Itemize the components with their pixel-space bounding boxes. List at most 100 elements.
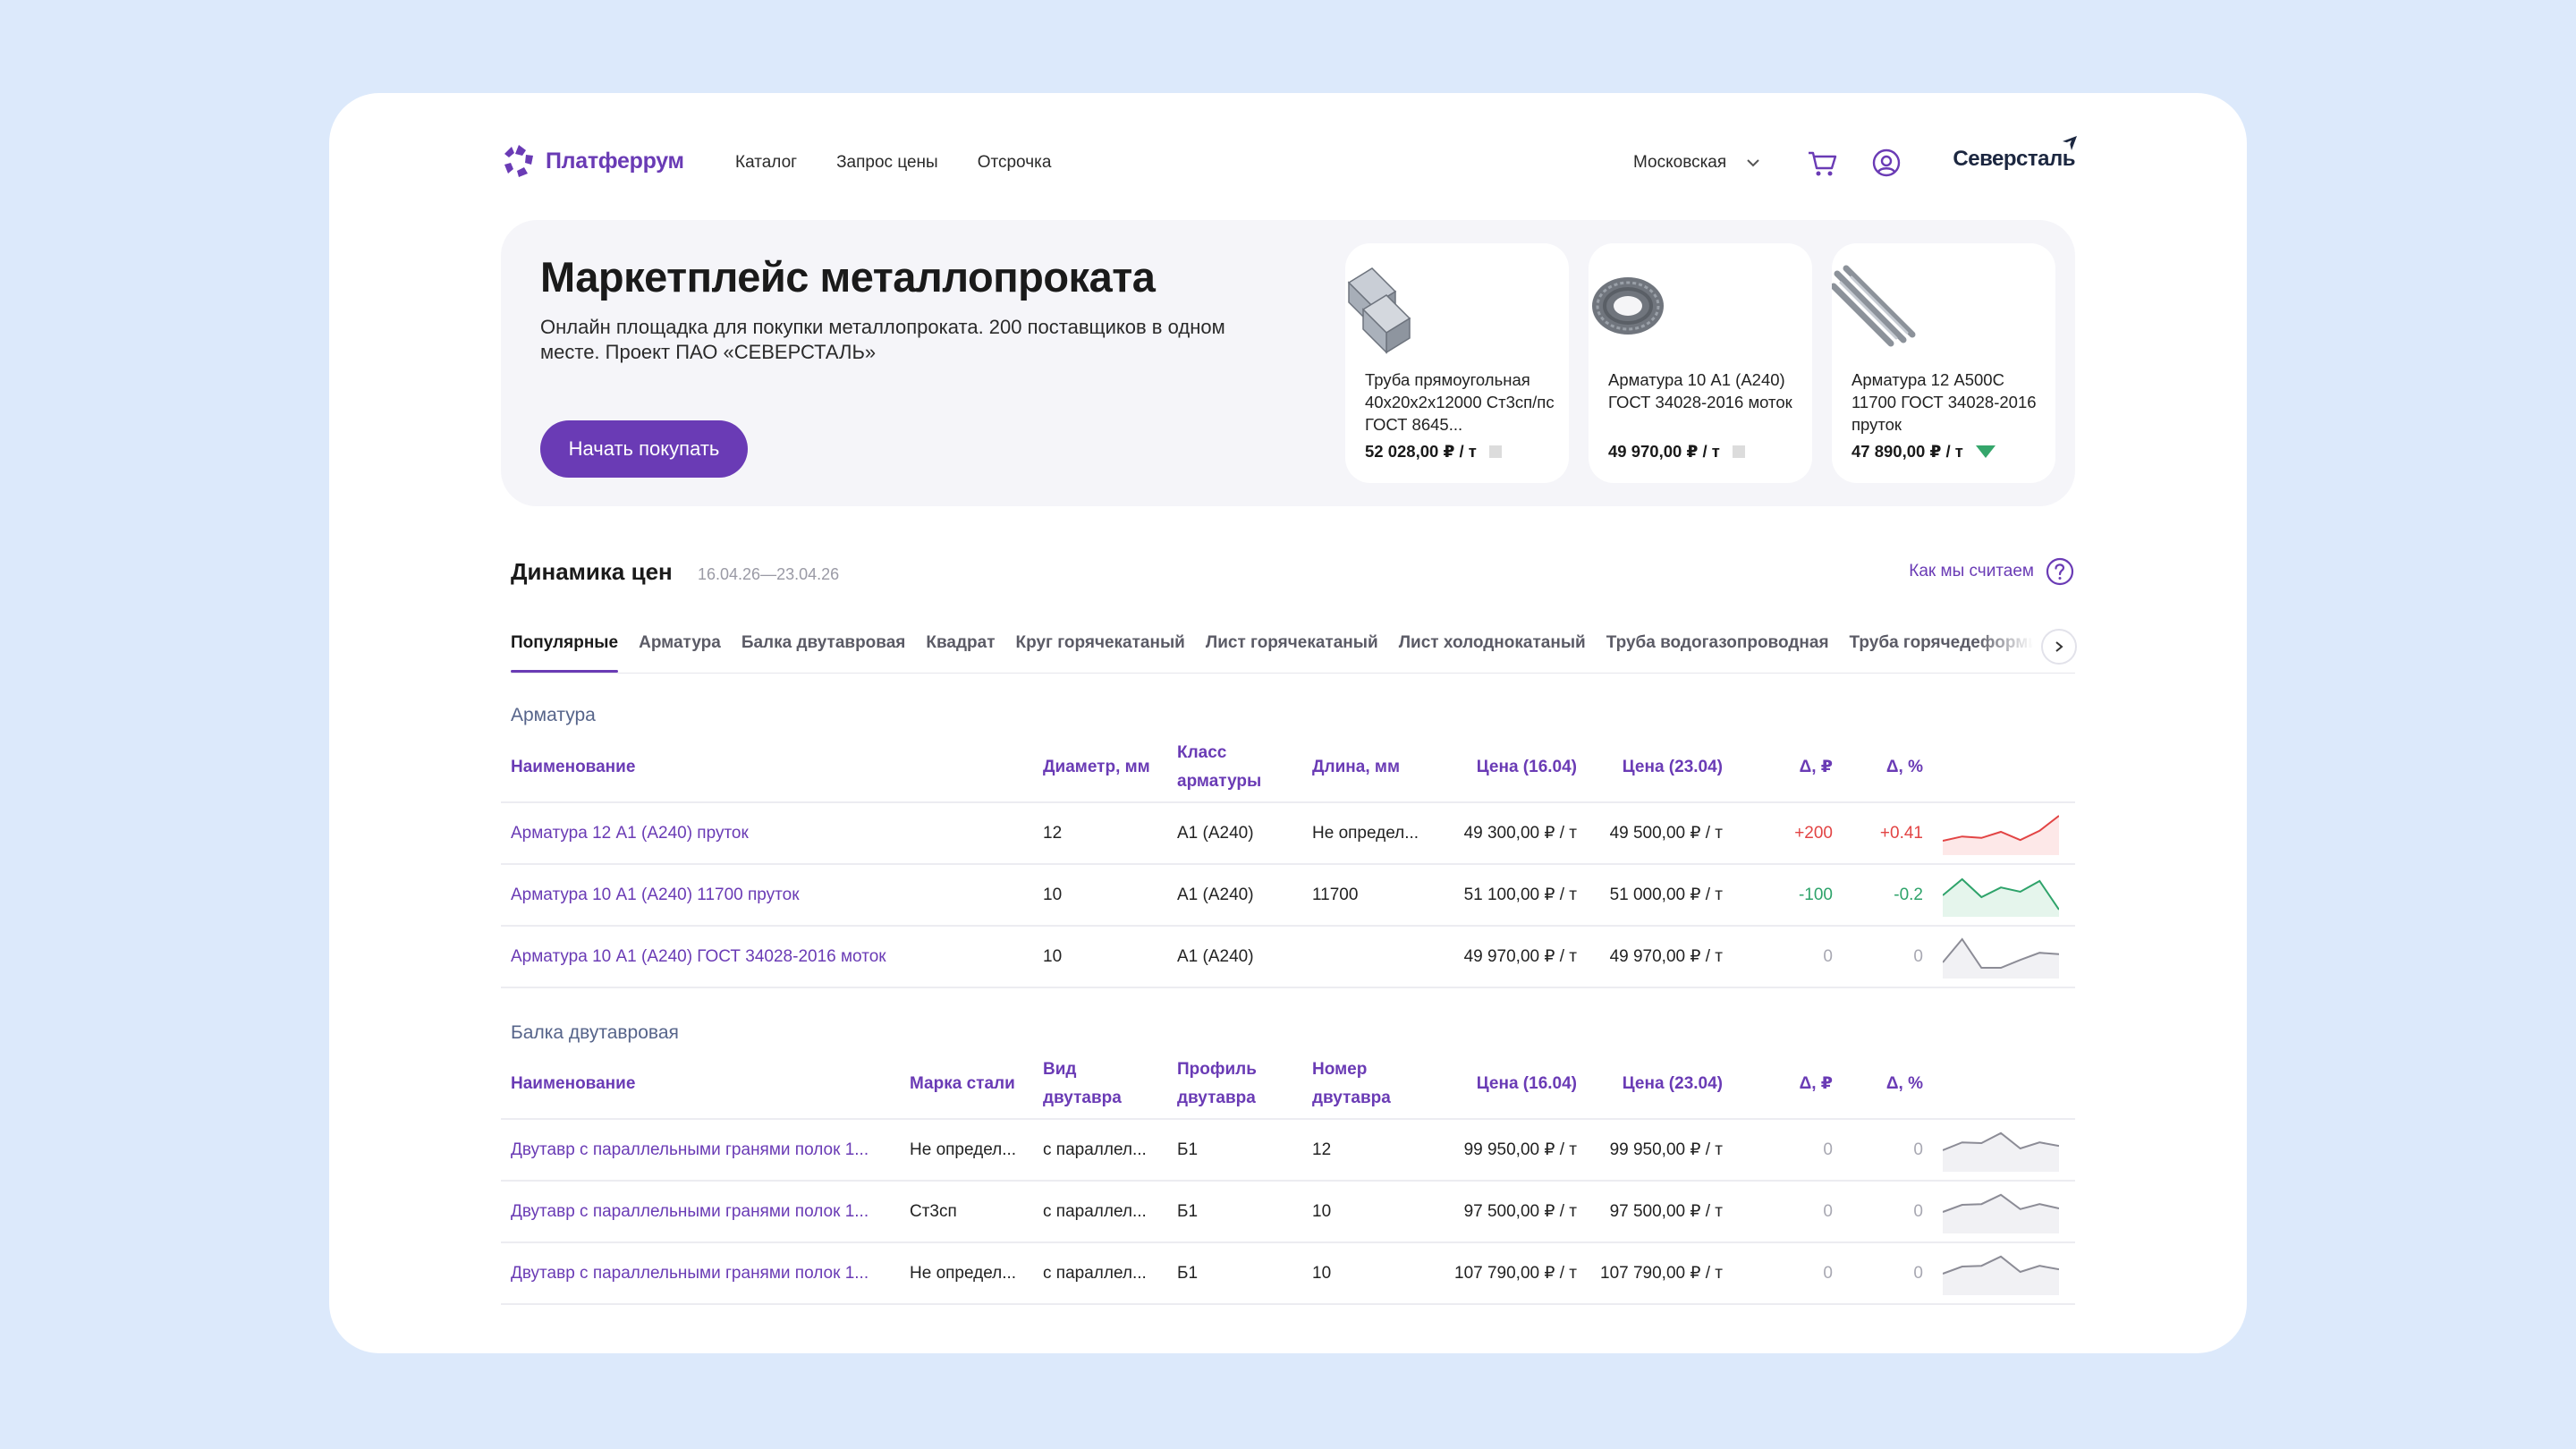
table-cell: +0.41 bbox=[1843, 801, 1933, 864]
sparkline-cell bbox=[1933, 1118, 2075, 1181]
column-header[interactable]: Δ, ₽ bbox=[1733, 1049, 1843, 1119]
column-header[interactable]: Марка стали bbox=[900, 1049, 1033, 1119]
table-cell: 0 bbox=[1843, 1180, 1933, 1242]
table-cell: с параллел... bbox=[1033, 1241, 1167, 1305]
product-link[interactable]: Арматура 10 А1 (А240) 11700 пруток bbox=[501, 863, 1033, 926]
column-header[interactable]: Наименование bbox=[501, 1049, 900, 1119]
column-header[interactable]: Профиль двутавра bbox=[1167, 1049, 1302, 1119]
price-sparkline bbox=[1943, 1131, 2059, 1172]
column-header[interactable]: Класс арматуры bbox=[1167, 733, 1302, 802]
product-card[interactable]: Труба прямоугольная 40х20х2х12000 Ст3сп/… bbox=[1345, 243, 1569, 483]
category-tab[interactable]: Круг горячекатаный bbox=[1016, 633, 1185, 673]
chart-column-header bbox=[1933, 733, 2075, 802]
rebar-price-table: Наименование Диаметр, мм Класс арматуры Дли… bbox=[501, 733, 2075, 988]
nav-deferral-link[interactable]: Отсрочка bbox=[978, 153, 1052, 173]
sparkline-area bbox=[1943, 938, 2059, 979]
rebar-coil-image bbox=[1592, 277, 1664, 335]
table-row[interactable]: Двутавр с параллельными гранями полок 1.… bbox=[501, 1180, 2075, 1242]
product-name: Арматура 10 А1 (А240) ГОСТ 34028-2016 мо… bbox=[1608, 370, 1792, 411]
main-nav: Каталог Запрос цены Отсрочка bbox=[735, 153, 1051, 173]
column-header[interactable]: Цена (23.04) bbox=[1587, 1049, 1733, 1119]
sparkline-area bbox=[1943, 1194, 2059, 1233]
table-cell: А1 (А240) bbox=[1167, 925, 1302, 988]
column-header[interactable]: Наименование bbox=[501, 733, 1033, 802]
table-cell: 0 bbox=[1843, 925, 1933, 988]
sparkline-cell bbox=[1933, 925, 2075, 988]
trend-flat-icon bbox=[1488, 445, 1502, 458]
chevron-down-icon bbox=[1747, 159, 1759, 167]
tabs-next-button[interactable] bbox=[2041, 629, 2077, 665]
price-sparkline bbox=[1943, 1255, 2059, 1295]
table-cell: 97 500,00 ₽ / т bbox=[1587, 1180, 1733, 1242]
table-row[interactable]: Арматура 10 А1 (А240) ГОСТ 34028-2016 мо… bbox=[501, 925, 2075, 988]
product-link[interactable]: Арматура 10 А1 (А240) ГОСТ 34028-2016 мо… bbox=[501, 925, 1033, 988]
table-row[interactable]: Двутавр с параллельными гранями полок 1.… bbox=[501, 1118, 2075, 1181]
table-cell: 97 500,00 ₽ / т bbox=[1436, 1180, 1587, 1242]
table-cell bbox=[1302, 925, 1436, 988]
table-cell: Не определ... bbox=[900, 1241, 1033, 1305]
table-cell: 0 bbox=[1843, 1118, 1933, 1181]
table-cell: Б1 bbox=[1167, 1118, 1302, 1181]
product-price: 49 970,00 ₽ / т bbox=[1608, 442, 1745, 462]
column-header[interactable]: Длина, мм bbox=[1302, 733, 1436, 802]
column-header[interactable]: Цена (16.04) bbox=[1436, 733, 1587, 802]
user-profile-icon[interactable] bbox=[1868, 145, 1904, 181]
column-header[interactable]: Δ, % bbox=[1843, 733, 1933, 802]
table-row[interactable]: Двутавр с параллельными гранями полок 1.… bbox=[501, 1241, 2075, 1305]
product-link[interactable]: Двутавр с параллельными гранями полок 1.… bbox=[501, 1118, 900, 1181]
tabs-divider bbox=[511, 673, 2075, 674]
table-cell: +200 bbox=[1733, 801, 1843, 864]
sparkline-cell bbox=[1933, 801, 2075, 864]
table-cell: 107 790,00 ₽ / т bbox=[1436, 1241, 1587, 1305]
how-we-calculate-link[interactable]: Как мы считаем bbox=[1909, 556, 2075, 587]
price-sparkline bbox=[1943, 814, 2059, 855]
price-sparkline bbox=[1943, 1193, 2059, 1233]
sparkline-area bbox=[1943, 815, 2059, 855]
table-cell: 10 bbox=[1302, 1241, 1436, 1305]
column-header[interactable]: Δ, % bbox=[1843, 1049, 1933, 1119]
column-header[interactable]: Диаметр, мм bbox=[1033, 733, 1167, 802]
sparkline-cell bbox=[1933, 1180, 2075, 1242]
severstal-logo[interactable]: Северсталь bbox=[1953, 147, 2075, 172]
category-tab[interactable]: Арматура bbox=[639, 633, 721, 673]
category-tab[interactable]: Популярные bbox=[511, 633, 619, 673]
category-tab[interactable]: Лист горячекатаный bbox=[1206, 633, 1378, 673]
rebar-bundle-image bbox=[1832, 265, 1916, 347]
product-link[interactable]: Арматура 12 А1 (А240) пруток bbox=[501, 801, 1033, 864]
category-tab[interactable]: Лист холоднокатаный bbox=[1399, 633, 1586, 673]
category-tab[interactable]: Труба водогазопроводная bbox=[1606, 633, 1829, 673]
sparkline-cell bbox=[1933, 1241, 2075, 1305]
column-header[interactable]: Цена (23.04) bbox=[1587, 733, 1733, 802]
region-select[interactable]: Московская bbox=[1633, 153, 1760, 173]
column-header[interactable]: Δ, ₽ bbox=[1733, 733, 1843, 802]
product-card[interactable]: Арматура 10 А1 (А240) ГОСТ 34028-2016 мо… bbox=[1589, 243, 1812, 483]
table-cell: 0 bbox=[1733, 1241, 1843, 1305]
table-row[interactable]: Арматура 12 А1 (А240) пруток 12 А1 (А240) Н… bbox=[501, 801, 2075, 864]
table-cell: 10 bbox=[1302, 1180, 1436, 1242]
column-header[interactable]: Цена (16.04) bbox=[1436, 1049, 1587, 1119]
nav-catalog-link[interactable]: Каталог bbox=[735, 153, 797, 173]
logo-text: Платферрум bbox=[546, 148, 684, 174]
category-tab[interactable]: Квадрат bbox=[926, 633, 995, 673]
cart-icon[interactable] bbox=[1805, 145, 1841, 181]
product-card[interactable]: Арматура 12 А500С 11700 ГОСТ 34028-2016 … bbox=[1832, 243, 2055, 483]
table-cell: 49 500,00 ₽ / т bbox=[1587, 801, 1733, 864]
region-label: Московская bbox=[1633, 153, 1727, 172]
product-link[interactable]: Двутавр с параллельными гранями полок 1.… bbox=[501, 1180, 900, 1242]
table-row[interactable]: Арматура 10 А1 (А240) 11700 пруток 10 А1 (… bbox=[501, 863, 2075, 926]
product-price: 52 028,00 ₽ / т bbox=[1365, 442, 1502, 462]
category-tab[interactable]: Балка двутавровая bbox=[741, 633, 906, 673]
start-shopping-button[interactable]: Начать покупать bbox=[540, 420, 748, 478]
column-header[interactable]: Вид двутавра bbox=[1033, 1049, 1167, 1119]
table-cell: 49 300,00 ₽ / т bbox=[1436, 801, 1587, 864]
how-we-calculate-label: Как мы считаем bbox=[1909, 562, 2034, 580]
product-price-value: 52 028,00 ₽ / т bbox=[1365, 442, 1477, 461]
brand-text: Северсталь bbox=[1953, 147, 2075, 171]
logo[interactable]: Платферрум bbox=[501, 143, 684, 179]
product-link[interactable]: Двутавр с параллельными гранями полок 1.… bbox=[501, 1241, 900, 1305]
column-header[interactable]: Номер двутавра bbox=[1302, 1049, 1436, 1119]
table-cell: 51 000,00 ₽ / т bbox=[1587, 863, 1733, 926]
nav-price-request-link[interactable]: Запрос цены bbox=[836, 153, 938, 173]
table-cell: 49 970,00 ₽ / т bbox=[1587, 925, 1733, 988]
sparkline-area bbox=[1943, 1132, 2059, 1172]
